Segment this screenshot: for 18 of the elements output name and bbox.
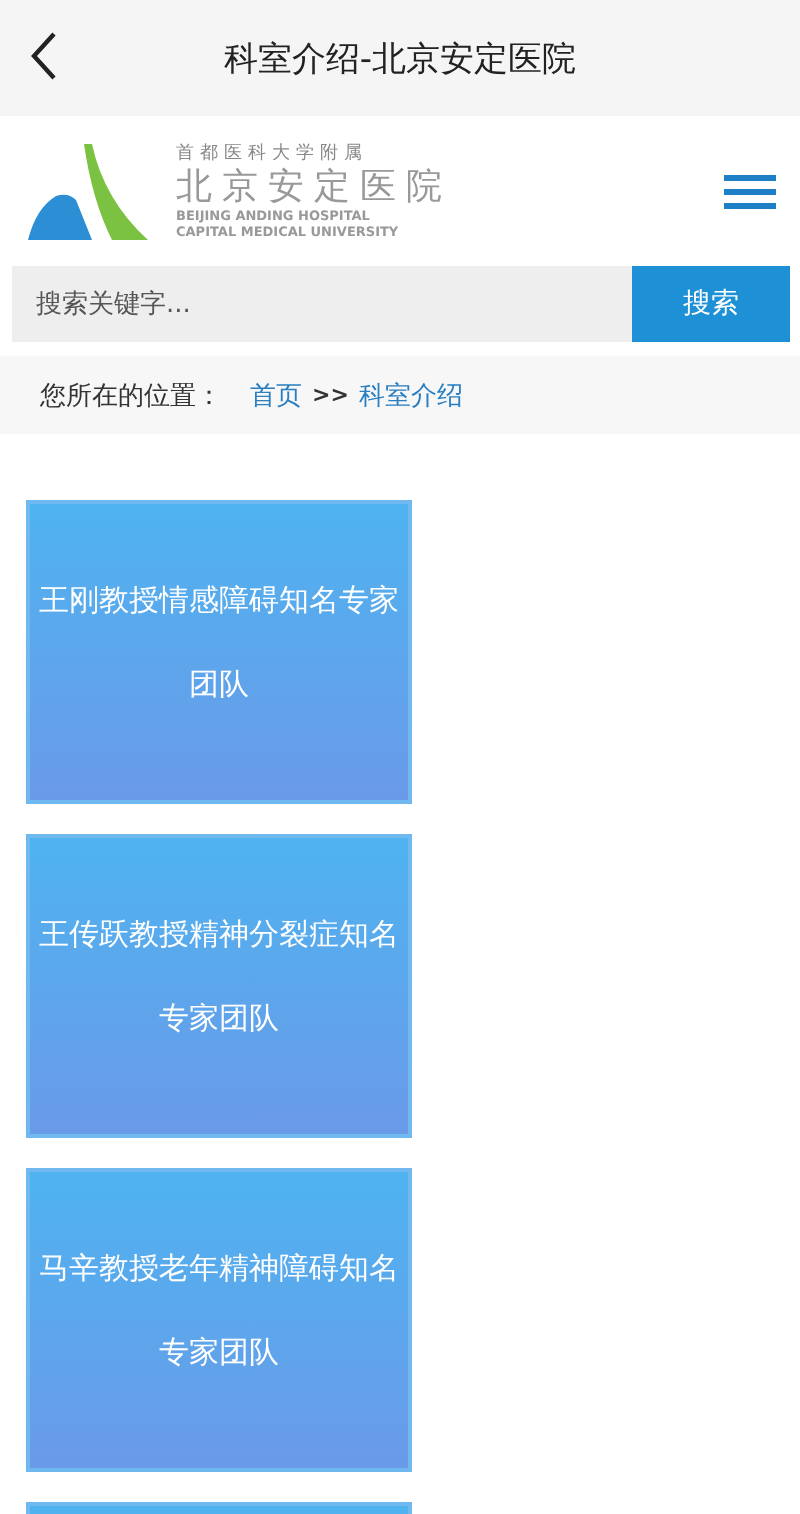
card-title: 王刚教授情感障碍知名专家团队 [37,580,401,706]
breadcrumb-separator: >> [312,382,349,408]
team-card[interactable]: 马辛教授老年精神障碍知名专家团队 [26,1168,412,1472]
search-field[interactable]: 搜索关键字... [12,266,632,342]
card-title: 马辛教授老年精神障碍知名专家团队 [37,1248,401,1374]
logo-affiliation: 首都医科大学附属 [176,143,370,165]
menu-icon [724,171,776,211]
location-label: 您所在的位置： [40,379,222,413]
logo-icon [24,139,152,243]
page-title: 科室介绍-北京安定医院 [221,37,579,81]
team-card[interactable]: 王刚教授情感障碍知名专家团队 [26,500,412,804]
team-card[interactable]: 王传跃教授精神分裂症知名专家团队 [26,834,412,1138]
logo-name: 北京安定医院 [176,165,452,207]
menu-button[interactable] [724,171,776,211]
breadcrumb-link[interactable]: 科室介绍 [358,377,463,413]
breadcrumb-link[interactable]: 首页 [250,377,302,413]
card-title: 王传跃教授精神分裂症知名专家团队 [37,914,401,1040]
search-button[interactable]: 搜索 [632,266,790,342]
